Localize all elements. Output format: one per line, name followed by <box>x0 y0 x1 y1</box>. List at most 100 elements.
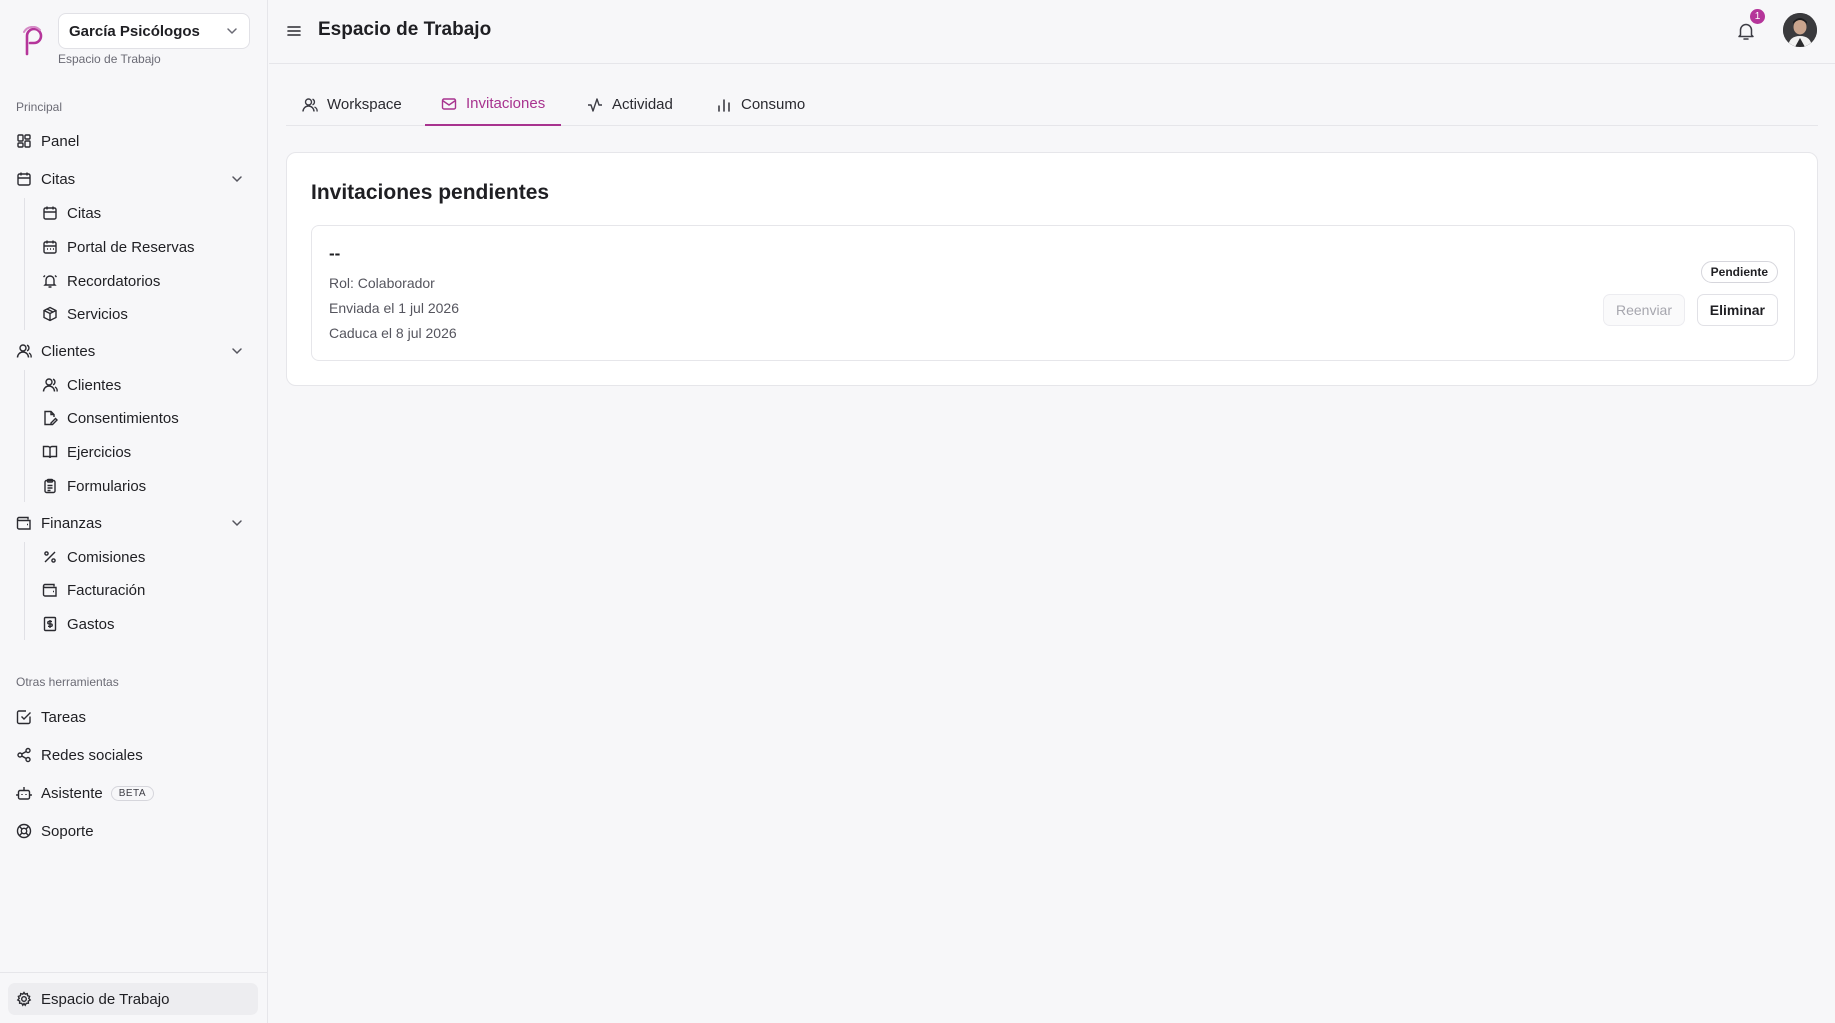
page-title: Espacio de Trabajo <box>318 19 492 40</box>
sidebar-group-finanzas[interactable]: Finanzas <box>8 508 256 538</box>
section-label-principal: Principal <box>16 100 63 114</box>
sidebar-item-consentimientos[interactable]: Consentimientos <box>34 403 256 433</box>
sidebar-item-label: Redes sociales <box>41 746 143 764</box>
sidebar-item-tareas[interactable]: Tareas <box>8 702 256 732</box>
tree-line <box>24 198 25 330</box>
sidebar-item-recordatorios[interactable]: Recordatorios <box>34 266 256 296</box>
user-icon <box>42 377 58 393</box>
tree-line <box>24 542 25 640</box>
sidebar-item-label: Asistente <box>41 784 103 802</box>
sidebar-item-facturacion[interactable]: Facturación <box>34 575 256 605</box>
invitation-sent-date: Enviada el 1 jul 2026 <box>329 300 459 316</box>
sidebar-item-label: Facturación <box>67 581 146 599</box>
sidebar-group-citas[interactable]: Citas <box>8 164 256 194</box>
sidebar-item-label: Citas <box>41 170 76 188</box>
sidebar-item-label: Servicios <box>67 305 128 323</box>
invitation-expiry-date: Caduca el 8 jul 2026 <box>329 325 457 341</box>
tab-invitaciones[interactable]: Invitaciones <box>425 83 562 126</box>
check-square-icon <box>16 709 32 725</box>
percent-icon <box>42 549 58 565</box>
sidebar-item-comisiones[interactable]: Comisiones <box>34 542 256 572</box>
gear-icon <box>16 991 32 1007</box>
wallet-icon <box>16 515 32 531</box>
sidebar-item-asistente[interactable]: Asistente BETA <box>8 778 256 808</box>
sidebar-item-label: Ejercicios <box>67 443 132 461</box>
file-signature-icon <box>42 410 58 426</box>
section-label-otras: Otras herramientas <box>16 675 119 689</box>
users-icon <box>302 97 318 113</box>
sidebar-item-label: Finanzas <box>41 514 102 532</box>
sidebar-item-redes-sociales[interactable]: Redes sociales <box>8 740 256 770</box>
sidebar-item-espacio-trabajo[interactable]: Espacio de Trabajo <box>8 983 258 1015</box>
sidebar-item-ejercicios[interactable]: Ejercicios <box>34 437 256 467</box>
sidebar-item-label: Recordatorios <box>67 272 161 290</box>
sidebar-item-label: Citas <box>67 204 102 222</box>
sidebar-item-label: Consentimientos <box>67 409 179 427</box>
tab-label: Consumo <box>741 96 806 113</box>
sidebar-item-servicios[interactable]: Servicios <box>34 299 256 329</box>
workspace-switcher[interactable]: García Psicólogos <box>58 13 250 49</box>
share-icon <box>16 747 32 763</box>
app-logo <box>20 26 46 56</box>
bot-icon <box>16 785 32 801</box>
sidebar-item-label: Gastos <box>67 615 115 633</box>
tab-label: Invitaciones <box>466 95 546 112</box>
beta-badge: BETA <box>110 785 155 801</box>
workspace-name: García Psicólogos <box>69 22 200 40</box>
sidebar-item-portal-reservas[interactable]: Portal de Reservas <box>34 232 256 262</box>
chevron-down-icon <box>230 516 244 530</box>
calendar-icon <box>16 171 32 187</box>
chevron-down-icon <box>230 344 244 358</box>
resend-button[interactable]: Reenviar <box>1602 294 1685 326</box>
delete-button[interactable]: Eliminar <box>1696 294 1778 326</box>
sidebar-item-label: Soporte <box>41 822 94 840</box>
sidebar-item-label: Espacio de Trabajo <box>41 990 170 1008</box>
sidebar-item-label: Portal de Reservas <box>67 238 195 256</box>
sidebar-item-label: Comisiones <box>67 548 146 566</box>
sidebar-item-formularios[interactable]: Formularios <box>34 471 256 501</box>
tab-label: Workspace <box>327 96 402 113</box>
notification-count-badge: 1 <box>1750 9 1765 24</box>
sidebar-item-label: Panel <box>41 132 80 150</box>
calendar-grid-icon <box>42 239 58 255</box>
sidebar-item-label: Clientes <box>41 342 96 360</box>
top-header: Espacio de Trabajo 1 <box>269 0 1835 64</box>
sidebar-item-panel[interactable]: Panel <box>8 126 256 156</box>
activity-icon <box>587 97 603 113</box>
chevron-down-icon <box>225 24 239 38</box>
sidebar-item-soporte[interactable]: Soporte <box>8 816 256 846</box>
bell-ring-icon <box>42 273 58 289</box>
invitation-role: Rol: Colaborador <box>329 275 435 291</box>
sidebar-item-citas[interactable]: Citas <box>34 198 256 228</box>
sidebar-divider <box>0 972 268 973</box>
calendar-icon <box>42 205 58 221</box>
invitation-item: -- Rol: Colaborador Enviada el 1 jul 202… <box>311 225 1795 361</box>
avatar[interactable] <box>1783 13 1817 47</box>
chevron-down-icon <box>230 172 244 186</box>
wallet-icon <box>42 582 58 598</box>
tree-line <box>24 370 25 502</box>
tab-workspace[interactable]: Workspace <box>286 83 418 126</box>
book-open-icon <box>42 444 58 460</box>
dashboard-icon <box>16 133 32 149</box>
tab-bar: Workspace Invitaciones Actividad Consumo <box>286 83 1818 126</box>
invitation-email: -- <box>329 244 341 263</box>
sidebar-item-clientes[interactable]: Clientes <box>34 370 256 400</box>
tab-consumo[interactable]: Consumo <box>700 83 821 126</box>
clipboard-icon <box>42 478 58 494</box>
sidebar-item-label: Formularios <box>67 477 147 495</box>
status-badge: Pendiente <box>1700 261 1778 283</box>
mail-icon <box>441 96 457 112</box>
life-buoy-icon <box>16 823 32 839</box>
user-icon <box>16 343 32 359</box>
sidebar-item-gastos[interactable]: Gastos <box>34 609 256 639</box>
sidebar-group-clientes[interactable]: Clientes <box>8 336 256 366</box>
bar-chart-icon <box>716 97 732 113</box>
pending-invitations-card: Invitaciones pendientes -- Rol: Colabora… <box>286 152 1818 386</box>
card-title: Invitaciones pendientes <box>311 181 550 204</box>
sidebar-item-label: Clientes <box>67 376 122 394</box>
menu-icon[interactable] <box>285 22 303 40</box>
sidebar-item-label: Tareas <box>41 708 87 726</box>
sidebar: García Psicólogos Espacio de Trabajo Pri… <box>0 0 268 1023</box>
tab-actividad[interactable]: Actividad <box>571 83 689 126</box>
